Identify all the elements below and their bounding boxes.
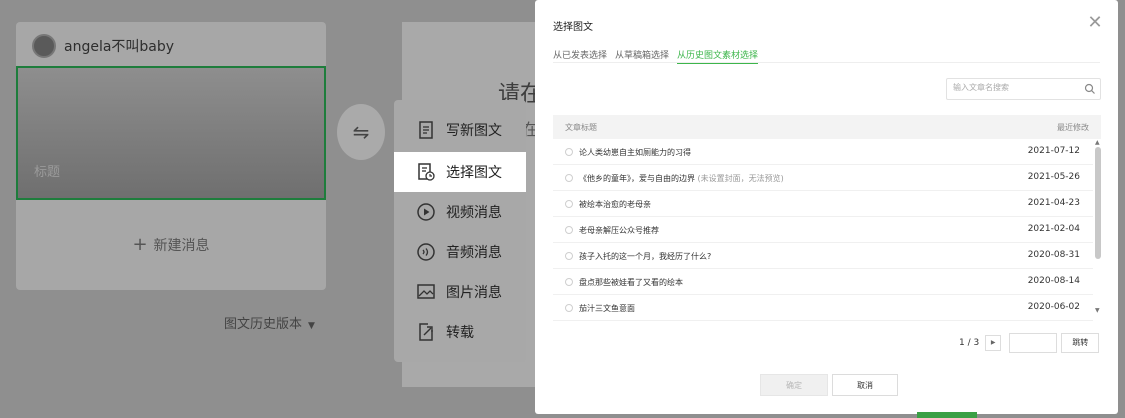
menu-item-select-article[interactable]: 选择图文	[394, 152, 526, 192]
radio-button[interactable]	[565, 226, 573, 234]
row-date: 2020-08-31	[1027, 250, 1080, 260]
confirm-button[interactable]: 确定	[760, 374, 828, 396]
scroll-thumb[interactable]	[1095, 147, 1101, 259]
row-title: 《他乡的童年》，爱与自由的边界 (未设置封面，无法预览)	[579, 174, 784, 183]
radio-button[interactable]	[565, 174, 573, 182]
share-icon	[419, 323, 433, 341]
image-icon	[417, 284, 435, 299]
article-list: 论人类幼崽自主如厕能力的习得 2021-07-12 《他乡的童年》，爱与自由的边…	[553, 139, 1093, 321]
row-title: 论人类幼崽自主如厕能力的习得	[579, 148, 691, 157]
table-row[interactable]: 孩子入托的这一个月，我经历了什么? 2020-08-31	[553, 243, 1093, 269]
menu-item-audio[interactable]: 音频消息	[394, 232, 526, 272]
row-date: 2021-02-04	[1027, 224, 1080, 234]
page-jump-input[interactable]	[1009, 333, 1058, 353]
history-version-dropdown[interactable]: 图文历史版本 ▼	[224, 313, 315, 332]
table-row[interactable]: 老母亲解压公众号推荐 2021-02-04	[553, 217, 1093, 243]
radio-button[interactable]	[565, 304, 573, 312]
avatar	[32, 34, 56, 58]
message-type-menu: 写新图文 选择图文 视频消息 音频消息 图片消息 转载	[394, 100, 526, 362]
menu-item-label: 视频消息	[446, 205, 502, 221]
next-page-icon[interactable]: ▶	[985, 335, 1002, 351]
document-clock-icon	[418, 163, 435, 181]
search-box	[946, 78, 1101, 100]
row-title: 茄汁三文鱼意面	[579, 304, 635, 313]
swap-icon[interactable]: ⇋	[337, 104, 385, 160]
row-title: 盘点那些被娃看了又看的绘本	[579, 278, 683, 287]
radio-button[interactable]	[565, 148, 573, 156]
header-date: 最近修改	[1057, 123, 1089, 132]
search-icon[interactable]	[1084, 83, 1096, 95]
author-name: angela不叫baby	[64, 39, 175, 55]
row-date: 2021-04-23	[1027, 198, 1080, 208]
table-header: 文章标题 最近修改	[553, 115, 1101, 139]
article-card: angela不叫baby 标题 + 新建消息	[16, 22, 326, 290]
table-row[interactable]: 《他乡的童年》，爱与自由的边界 (未设置封面，无法预览) 2021-05-26	[553, 165, 1093, 191]
menu-item-video[interactable]: 视频消息	[394, 192, 526, 232]
select-article-dialog: 选择图文 ✕ 从已发表选择 从草稿箱选择 从历史图文素材选择 文章标题 最近修改…	[535, 0, 1118, 414]
row-date: 2020-08-14	[1027, 276, 1080, 286]
page-indicator: 1 / 3	[959, 338, 980, 348]
row-title: 老母亲解压公众号推荐	[579, 226, 659, 235]
radio-button[interactable]	[565, 252, 573, 260]
menu-item-label: 写新图文	[446, 123, 502, 139]
row-date: 2020-06-02	[1027, 302, 1080, 312]
list-scrollbar[interactable]: ▲ ▼	[1095, 139, 1101, 319]
tabs-divider	[553, 62, 1100, 63]
scroll-down-icon[interactable]: ▼	[1095, 307, 1100, 314]
table-row[interactable]: 盘点那些被娃看了又看的绘本 2020-08-14	[553, 269, 1093, 295]
search-input[interactable]	[953, 83, 1073, 92]
row-date: 2021-05-26	[1027, 172, 1080, 182]
row-title: 被绘本治愈的老母亲	[579, 200, 651, 209]
menu-item-label: 选择图文	[446, 165, 502, 181]
radio-button[interactable]	[565, 278, 573, 286]
cover-title: 标题	[34, 165, 61, 180]
close-icon[interactable]: ✕	[1086, 14, 1104, 32]
table-row[interactable]: 被绘本治愈的老母亲 2021-04-23	[553, 191, 1093, 217]
plus-icon: +	[132, 234, 148, 255]
dialog-title: 选择图文	[553, 22, 593, 33]
caret-down-icon: ▼	[308, 321, 315, 331]
history-version-label: 图文历史版本	[224, 317, 303, 332]
play-circle-icon	[417, 203, 435, 221]
row-date: 2021-07-12	[1027, 146, 1080, 156]
menu-item-label: 图片消息	[446, 285, 502, 301]
menu-item-repost[interactable]: 转载	[394, 312, 526, 352]
table-row[interactable]: 茄汁三文鱼意面 2020-06-02	[553, 295, 1093, 321]
table-row[interactable]: 论人类幼崽自主如厕能力的习得 2021-07-12	[553, 139, 1093, 165]
new-message-button[interactable]: + 新建消息	[16, 222, 326, 268]
menu-item-label: 音频消息	[446, 245, 502, 261]
pagination: 1 / 3 ▶ 跳转	[959, 333, 1100, 353]
cancel-button[interactable]: 取消	[832, 374, 898, 396]
row-note: (未设置封面，无法预览)	[697, 174, 784, 183]
article-cover[interactable]: 标题	[16, 66, 326, 200]
jump-button[interactable]: 跳转	[1061, 333, 1100, 353]
row-title: 孩子入托的这一个月，我经历了什么?	[579, 252, 712, 261]
menu-item-image[interactable]: 图片消息	[394, 272, 526, 312]
audio-icon	[417, 243, 435, 261]
radio-button[interactable]	[565, 200, 573, 208]
scroll-up-icon[interactable]: ▲	[1095, 139, 1100, 146]
background-button-fragment	[917, 412, 977, 418]
header-title: 文章标题	[565, 123, 597, 132]
new-message-label: 新建消息	[153, 238, 210, 254]
menu-item-label: 转载	[446, 325, 474, 341]
document-icon	[419, 121, 433, 139]
menu-item-new-article[interactable]: 写新图文	[394, 110, 526, 150]
